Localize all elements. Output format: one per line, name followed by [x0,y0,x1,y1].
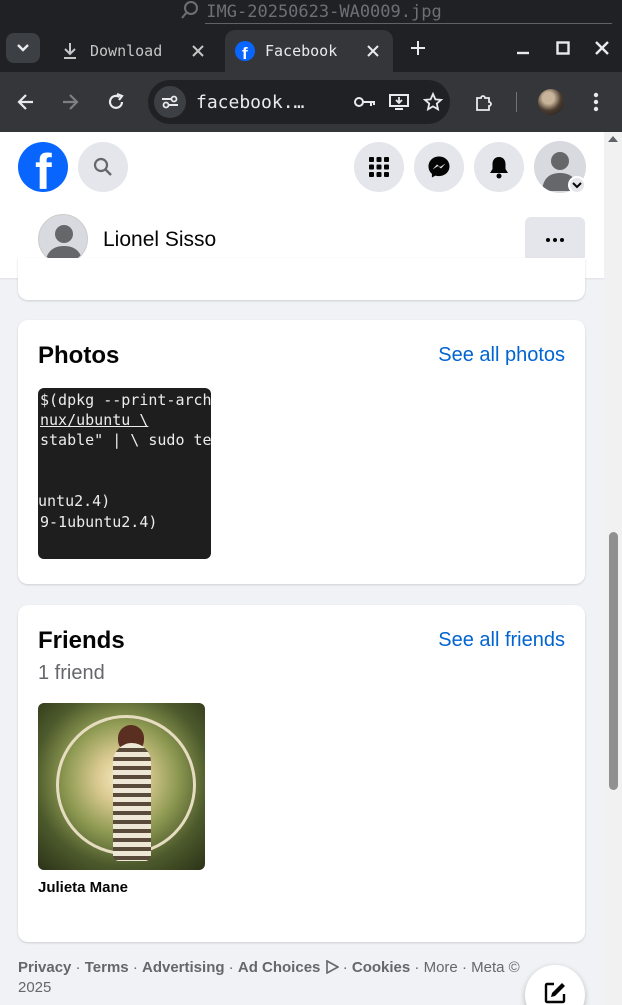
more-horizontal-icon [546,237,564,242]
menu-grid-button[interactable] [354,142,404,192]
page-scrollbar[interactable] [604,132,622,1005]
back-button[interactable] [12,88,40,116]
maximize-button[interactable] [551,36,575,60]
forward-button[interactable] [56,88,84,116]
reload-icon [108,93,124,109]
edit-icon [544,982,566,1004]
address-bar[interactable]: facebook.… [148,80,450,124]
minimize-icon [517,51,529,55]
avatar[interactable] [38,214,88,264]
friend-photo[interactable] [38,703,205,870]
facebook-favicon-icon: f [235,41,255,61]
footer-meta: Meta © [471,959,520,976]
facebook-page: f Lionel Sisso Photos See all photos $(d… [0,132,604,1005]
toolbar-divider [516,92,517,112]
chevron-down-icon [17,44,29,52]
photo-thumbnail[interactable]: $(dpkg --print-arch nux/ubuntu \ stable"… [38,388,211,559]
facebook-logo[interactable]: f [18,142,68,192]
friend-count: 1 friend [38,662,105,684]
friends-card: Friends See all friends 1 friend Julieta… [18,605,585,942]
friends-title: Friends [38,627,125,654]
site-info-button[interactable] [154,86,186,118]
more-options-button[interactable] [525,217,585,262]
close-icon[interactable] [186,39,210,63]
see-all-photos-link[interactable]: See all photos [438,344,565,367]
svg-text:f: f [242,44,248,61]
download-icon [60,41,80,61]
browser-toolbar: facebook.… [0,72,622,132]
url-text[interactable]: facebook.… [196,92,348,113]
scroll-up-arrow-icon[interactable] [608,136,618,142]
key-icon[interactable] [348,86,382,118]
see-all-friends-link[interactable]: See all friends [438,629,565,652]
footer-link-terms[interactable]: Terms [85,959,129,976]
menu-button[interactable] [582,88,610,116]
page-footer: Privacy · Terms · Advertising · Ad Choic… [18,959,520,996]
install-app-icon[interactable] [382,86,416,118]
close-window-button[interactable] [590,36,614,60]
more-vertical-icon [593,92,599,112]
tab-label: Download [90,42,163,60]
tune-icon [162,95,178,109]
messenger-button[interactable] [414,142,464,192]
bookmark-star-icon[interactable] [416,86,450,118]
arrow-left-icon [17,94,33,110]
plus-icon [411,41,425,55]
tab-label: Facebook [265,42,338,60]
footer-link-ad-choices[interactable]: Ad Choices [238,959,321,976]
photo-thumbnail-line: nux/ubuntu \ [40,411,149,429]
reload-button[interactable] [102,88,130,116]
extensions-button[interactable] [470,88,498,116]
footer-link-advertising[interactable]: Advertising [142,959,225,976]
footer-link-more[interactable]: More [424,959,458,976]
tab-download[interactable]: Download [48,30,218,72]
search-icon [93,157,112,176]
tab-search-button[interactable] [6,33,40,63]
friend-figure [113,743,151,861]
tab-facebook[interactable]: f Facebook [225,30,393,72]
footer-link-privacy[interactable]: Privacy [18,959,71,976]
new-tab-button[interactable] [404,36,432,60]
facebook-header: f [0,132,604,202]
window-title: IMG-20250623-WA0009.jpg [206,2,442,22]
ad-choices-icon [325,959,340,975]
friend-name[interactable]: Julieta Mane [38,879,128,896]
minimize-button[interactable] [511,36,535,60]
close-icon[interactable] [361,39,385,63]
footer-link-cookies[interactable]: Cookies [352,959,410,976]
bell-icon [490,157,508,179]
maximize-icon [556,41,570,55]
arrow-right-icon [63,94,79,110]
scrollbar-thumb[interactable] [609,532,618,790]
messenger-icon [428,156,450,178]
photo-thumbnail-line: untu2.4) [38,492,111,510]
photos-title: Photos [38,342,120,369]
photo-thumbnail-line: 9-1ubuntu2.4) [40,513,158,531]
window-title-bar: IMG-20250623-WA0009.jpg [0,0,622,24]
account-menu-chevron[interactable] [568,176,586,194]
footer-year: 2025 [18,979,52,996]
facebook-logo-letter: f [35,144,52,192]
chevron-down-icon [572,181,582,188]
person-icon [45,225,83,263]
profile-name[interactable]: Lionel Sisso [103,228,216,252]
search-icon [180,0,200,25]
browser-profile-avatar[interactable] [538,89,564,115]
tab-strip: Download f Facebook [0,24,622,72]
puzzle-icon [476,95,492,111]
photo-thumbnail-line: stable" | \ sudo te [40,431,211,449]
notifications-button[interactable] [474,142,524,192]
close-icon [595,41,609,55]
search-button[interactable] [78,142,128,192]
photos-card: Photos See all photos $(dpkg --print-arc… [18,320,585,584]
grid-menu-icon [369,157,389,177]
photo-thumbnail-line: $(dpkg --print-arch [40,391,211,409]
previous-card-bottom [18,258,585,300]
